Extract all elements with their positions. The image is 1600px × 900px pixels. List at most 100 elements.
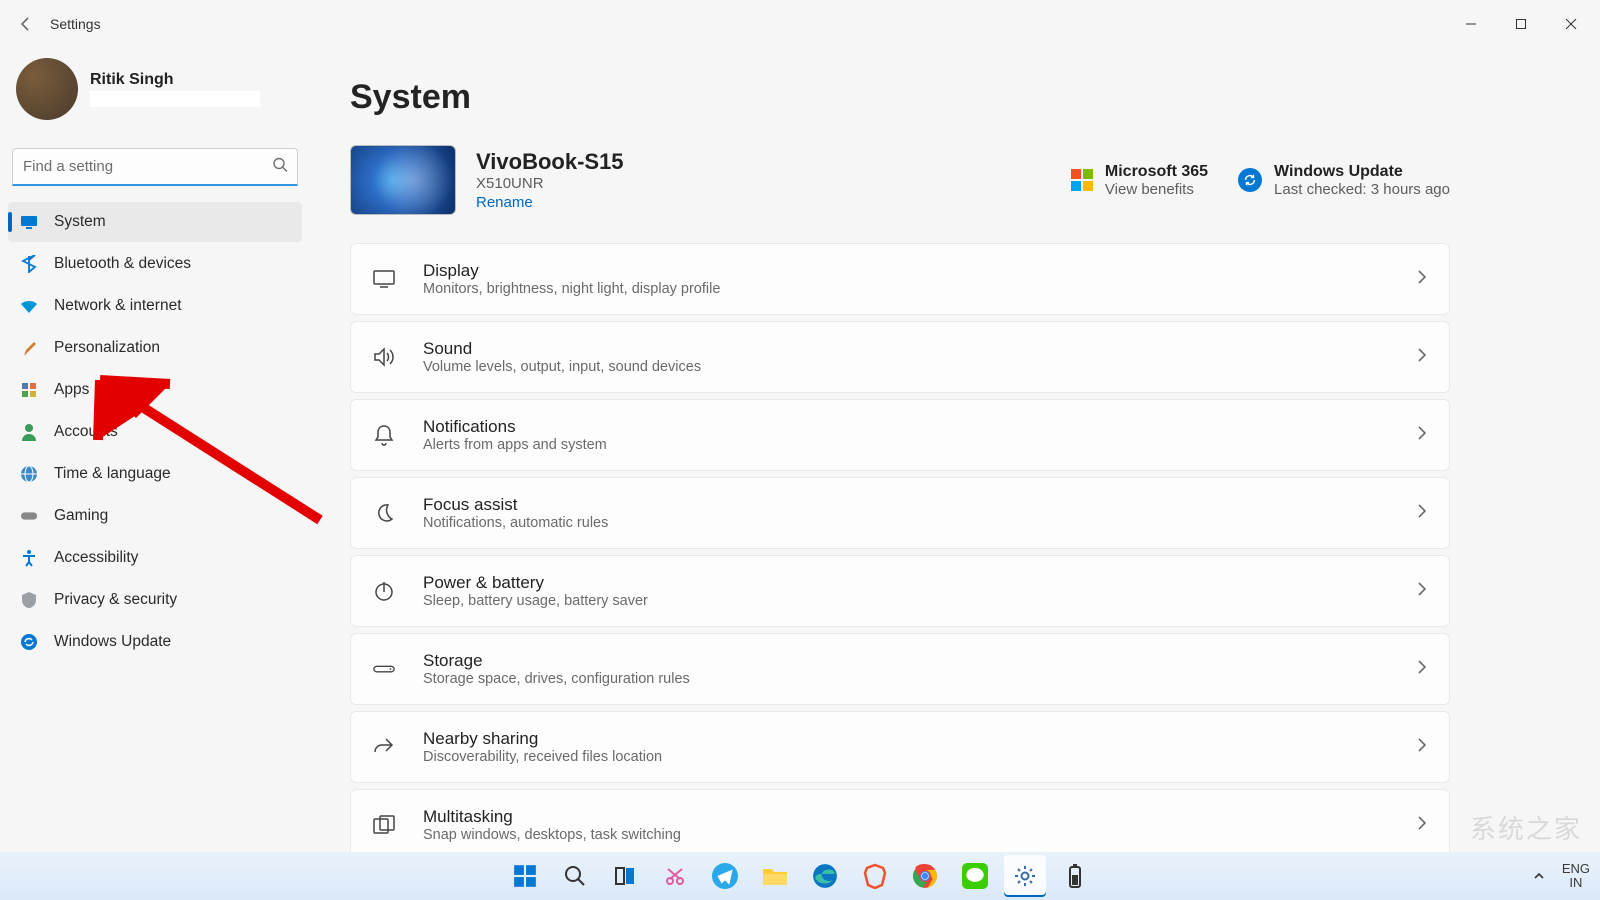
language-indicator[interactable]: ENG IN [1562, 862, 1590, 891]
avatar [16, 58, 78, 120]
bluetooth-icon [20, 255, 38, 273]
sidebar-item-privacy-security[interactable]: Privacy & security [8, 580, 302, 620]
snip-icon[interactable] [654, 855, 696, 897]
sidebar-item-label: Network & internet [54, 297, 182, 315]
sound-icon [373, 347, 395, 367]
settings-card-notifications[interactable]: Notifications Alerts from apps and syste… [350, 399, 1450, 471]
start-button[interactable] [504, 855, 546, 897]
taskbar-search-icon[interactable] [554, 855, 596, 897]
person-icon [20, 423, 38, 441]
taskbar-icons [504, 855, 1096, 897]
sidebar-item-apps[interactable]: Apps [8, 370, 302, 410]
telegram-icon[interactable] [704, 855, 746, 897]
main-content: System VivoBook-S15 X510UNR Rename Micro… [310, 48, 1600, 852]
battery-taskbar-icon[interactable] [1054, 855, 1096, 897]
monitor-icon [20, 213, 38, 231]
display-icon [373, 270, 395, 288]
device-thumbnail [350, 145, 456, 215]
card-subtitle: Snap windows, desktops, task switching [423, 827, 681, 843]
edge-icon[interactable] [804, 855, 846, 897]
card-subtitle: Monitors, brightness, night light, displ… [423, 281, 720, 297]
brave-icon[interactable] [854, 855, 896, 897]
microsoft-365-status[interactable]: Microsoft 365 View benefits [1071, 163, 1208, 198]
shield-icon [20, 591, 38, 609]
back-button[interactable] [4, 2, 48, 46]
storage-icon [373, 662, 395, 676]
tray-overflow-icon[interactable] [1526, 863, 1552, 889]
microsoft-365-icon [1071, 169, 1093, 191]
power-icon [373, 580, 395, 602]
file-explorer-icon[interactable] [754, 855, 796, 897]
user-email-redacted [90, 91, 260, 107]
sidebar-item-system[interactable]: System [8, 202, 302, 242]
sidebar-item-bluetooth-devices[interactable]: Bluetooth & devices [8, 244, 302, 284]
page-title: System [350, 78, 1450, 117]
card-subtitle: Volume levels, output, input, sound devi… [423, 359, 701, 375]
lang-line1: ENG [1562, 862, 1590, 876]
card-subtitle: Alerts from apps and system [423, 437, 607, 453]
chrome-icon[interactable] [904, 855, 946, 897]
card-title: Power & battery [423, 573, 648, 593]
watermark: 系统之家 [1470, 809, 1582, 846]
windows-update-icon [1238, 168, 1262, 192]
line-icon[interactable] [954, 855, 996, 897]
sidebar-item-time-language[interactable]: Time & language [8, 454, 302, 494]
sidebar-item-label: Time & language [54, 465, 171, 483]
status-blocks: Microsoft 365 View benefits Windows Upda… [1071, 163, 1450, 198]
settings-taskbar-icon[interactable] [1004, 855, 1046, 897]
card-subtitle: Storage space, drives, configuration rul… [423, 671, 690, 687]
settings-card-nearby-sharing[interactable]: Nearby sharing Discoverability, received… [350, 711, 1450, 783]
settings-card-display[interactable]: Display Monitors, brightness, night ligh… [350, 243, 1450, 315]
lang-line2: IN [1562, 876, 1590, 890]
card-title: Display [423, 261, 720, 281]
system-tray: ENG IN [1526, 862, 1590, 891]
update-title: Windows Update [1274, 163, 1450, 181]
device-header: VivoBook-S15 X510UNR Rename Microsoft 36… [350, 145, 1450, 215]
sidebar-item-gaming[interactable]: Gaming [8, 496, 302, 536]
settings-cards: Display Monitors, brightness, night ligh… [350, 243, 1450, 861]
chevron-right-icon [1417, 582, 1427, 601]
sidebar-item-accessibility[interactable]: Accessibility [8, 538, 302, 578]
settings-card-storage[interactable]: Storage Storage space, drives, configura… [350, 633, 1450, 705]
chevron-right-icon [1417, 504, 1427, 523]
rename-link[interactable]: Rename [476, 194, 624, 211]
sidebar-item-personalization[interactable]: Personalization [8, 328, 302, 368]
task-view-icon[interactable] [604, 855, 646, 897]
settings-card-power-battery[interactable]: Power & battery Sleep, battery usage, ba… [350, 555, 1450, 627]
search-wrap [12, 148, 298, 186]
update-icon [20, 633, 38, 651]
sidebar-item-accounts[interactable]: Accounts [8, 412, 302, 452]
card-title: Nearby sharing [423, 729, 662, 749]
card-title: Notifications [423, 417, 607, 437]
card-title: Storage [423, 651, 690, 671]
maximize-button[interactable] [1496, 4, 1546, 44]
sidebar: Ritik Singh System Bluetooth & devices Net… [0, 48, 310, 852]
brush-icon [20, 339, 38, 357]
titlebar: Settings [0, 0, 1600, 48]
minimize-button[interactable] [1446, 4, 1496, 44]
settings-card-focus-assist[interactable]: Focus assist Notifications, automatic ru… [350, 477, 1450, 549]
user-profile[interactable]: Ritik Singh [8, 52, 302, 130]
sidebar-item-label: System [54, 213, 106, 231]
ms365-title: Microsoft 365 [1105, 163, 1208, 181]
card-title: Focus assist [423, 495, 608, 515]
bell-icon [373, 424, 395, 446]
card-subtitle: Notifications, automatic rules [423, 515, 608, 531]
chevron-right-icon [1417, 660, 1427, 679]
gamepad-icon [20, 509, 38, 523]
ms365-sub: View benefits [1105, 181, 1208, 198]
close-button[interactable] [1546, 4, 1596, 44]
sidebar-item-label: Accessibility [54, 549, 138, 567]
chevron-right-icon [1417, 270, 1427, 289]
chevron-right-icon [1417, 738, 1427, 757]
card-subtitle: Discoverability, received files location [423, 749, 662, 765]
settings-card-sound[interactable]: Sound Volume levels, output, input, soun… [350, 321, 1450, 393]
windows-update-status[interactable]: Windows Update Last checked: 3 hours ago [1238, 163, 1450, 198]
sidebar-item-network-internet[interactable]: Network & internet [8, 286, 302, 326]
search-input[interactable] [12, 148, 298, 186]
sidebar-item-label: Personalization [54, 339, 160, 357]
sidebar-item-windows-update[interactable]: Windows Update [8, 622, 302, 662]
sidebar-item-label: Accounts [54, 423, 118, 441]
accessibility-icon [20, 549, 38, 567]
settings-card-multitasking[interactable]: Multitasking Snap windows, desktops, tas… [350, 789, 1450, 861]
